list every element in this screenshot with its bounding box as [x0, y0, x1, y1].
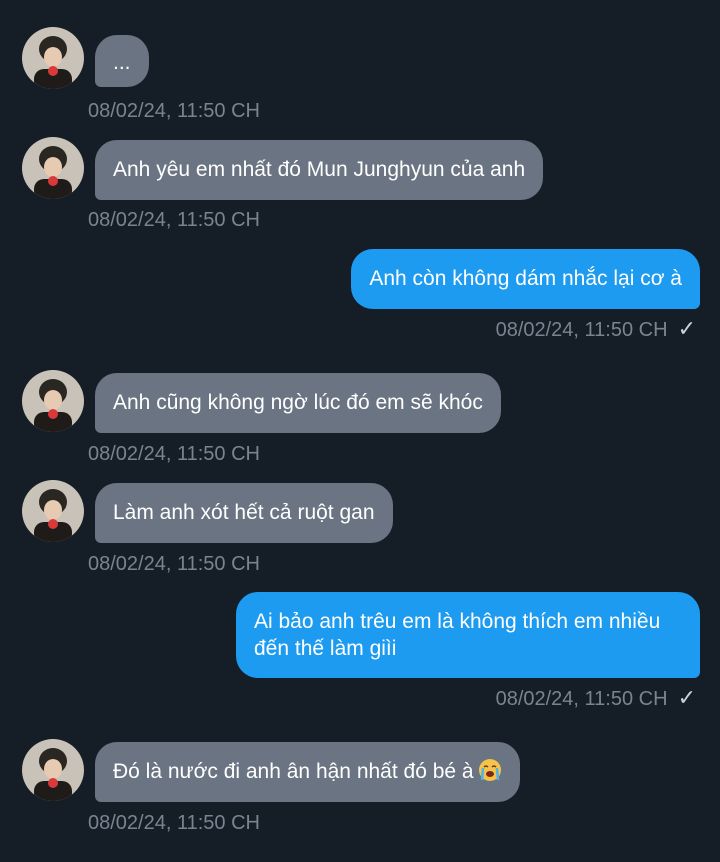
sender-avatar[interactable]	[22, 739, 84, 801]
message-text: ...	[113, 51, 131, 74]
chat-thread: ... 08/02/24, 11:50 CH Anh yêu em nhất đ…	[0, 0, 720, 862]
message-timestamp: 08/02/24, 11:50 CH	[88, 812, 260, 834]
message-timestamp: 08/02/24, 11:50 CH ✓	[495, 685, 696, 711]
message-timestamp: 08/02/24, 11:50 CH ✓	[495, 316, 696, 342]
outgoing-message-bubble[interactable]: Ai bảo anh trêu em là không thích em nhi…	[236, 592, 700, 678]
incoming-message-bubble[interactable]: Anh cũng không ngờ lúc đó em sẽ khóc	[95, 373, 501, 433]
message-text: Làm anh xót hết cả ruột gan	[113, 501, 375, 524]
incoming-message-bubble[interactable]: Làm anh xót hết cả ruột gan	[95, 483, 393, 543]
sender-avatar[interactable]	[22, 370, 84, 432]
incoming-message-bubble[interactable]: Đó là nước đi anh ân hận nhất đó bé à	[95, 742, 520, 802]
message-timestamp: 08/02/24, 11:50 CH	[88, 100, 260, 122]
incoming-message-bubble[interactable]: Anh yêu em nhất đó Mun Junghyun của anh	[95, 140, 544, 200]
loudly-crying-face-emoji	[478, 758, 502, 789]
message-text: Anh yêu em nhất đó Mun Junghyun của anh	[113, 158, 526, 181]
sender-avatar[interactable]	[22, 27, 84, 89]
message-text: Đó là nước đi anh ân hận nhất đó bé à	[113, 760, 474, 783]
message-timestamp: 08/02/24, 11:50 CH	[88, 209, 260, 231]
outgoing-message-bubble[interactable]: Anh còn không dám nhắc lại cơ à	[351, 249, 700, 309]
sender-avatar[interactable]	[22, 137, 84, 199]
sent-check-icon: ✓	[677, 685, 696, 710]
message-timestamp: 08/02/24, 11:50 CH	[88, 553, 260, 575]
message-text: Ai bảo anh trêu em là không thích em nhi…	[254, 610, 661, 660]
sent-check-icon: ✓	[677, 316, 696, 341]
incoming-message-bubble[interactable]: ...	[95, 35, 149, 87]
sender-avatar[interactable]	[22, 480, 84, 542]
message-timestamp: 08/02/24, 11:50 CH	[88, 443, 260, 465]
message-text: Anh cũng không ngờ lúc đó em sẽ khóc	[113, 391, 483, 414]
message-text: Anh còn không dám nhắc lại cơ à	[369, 267, 682, 290]
